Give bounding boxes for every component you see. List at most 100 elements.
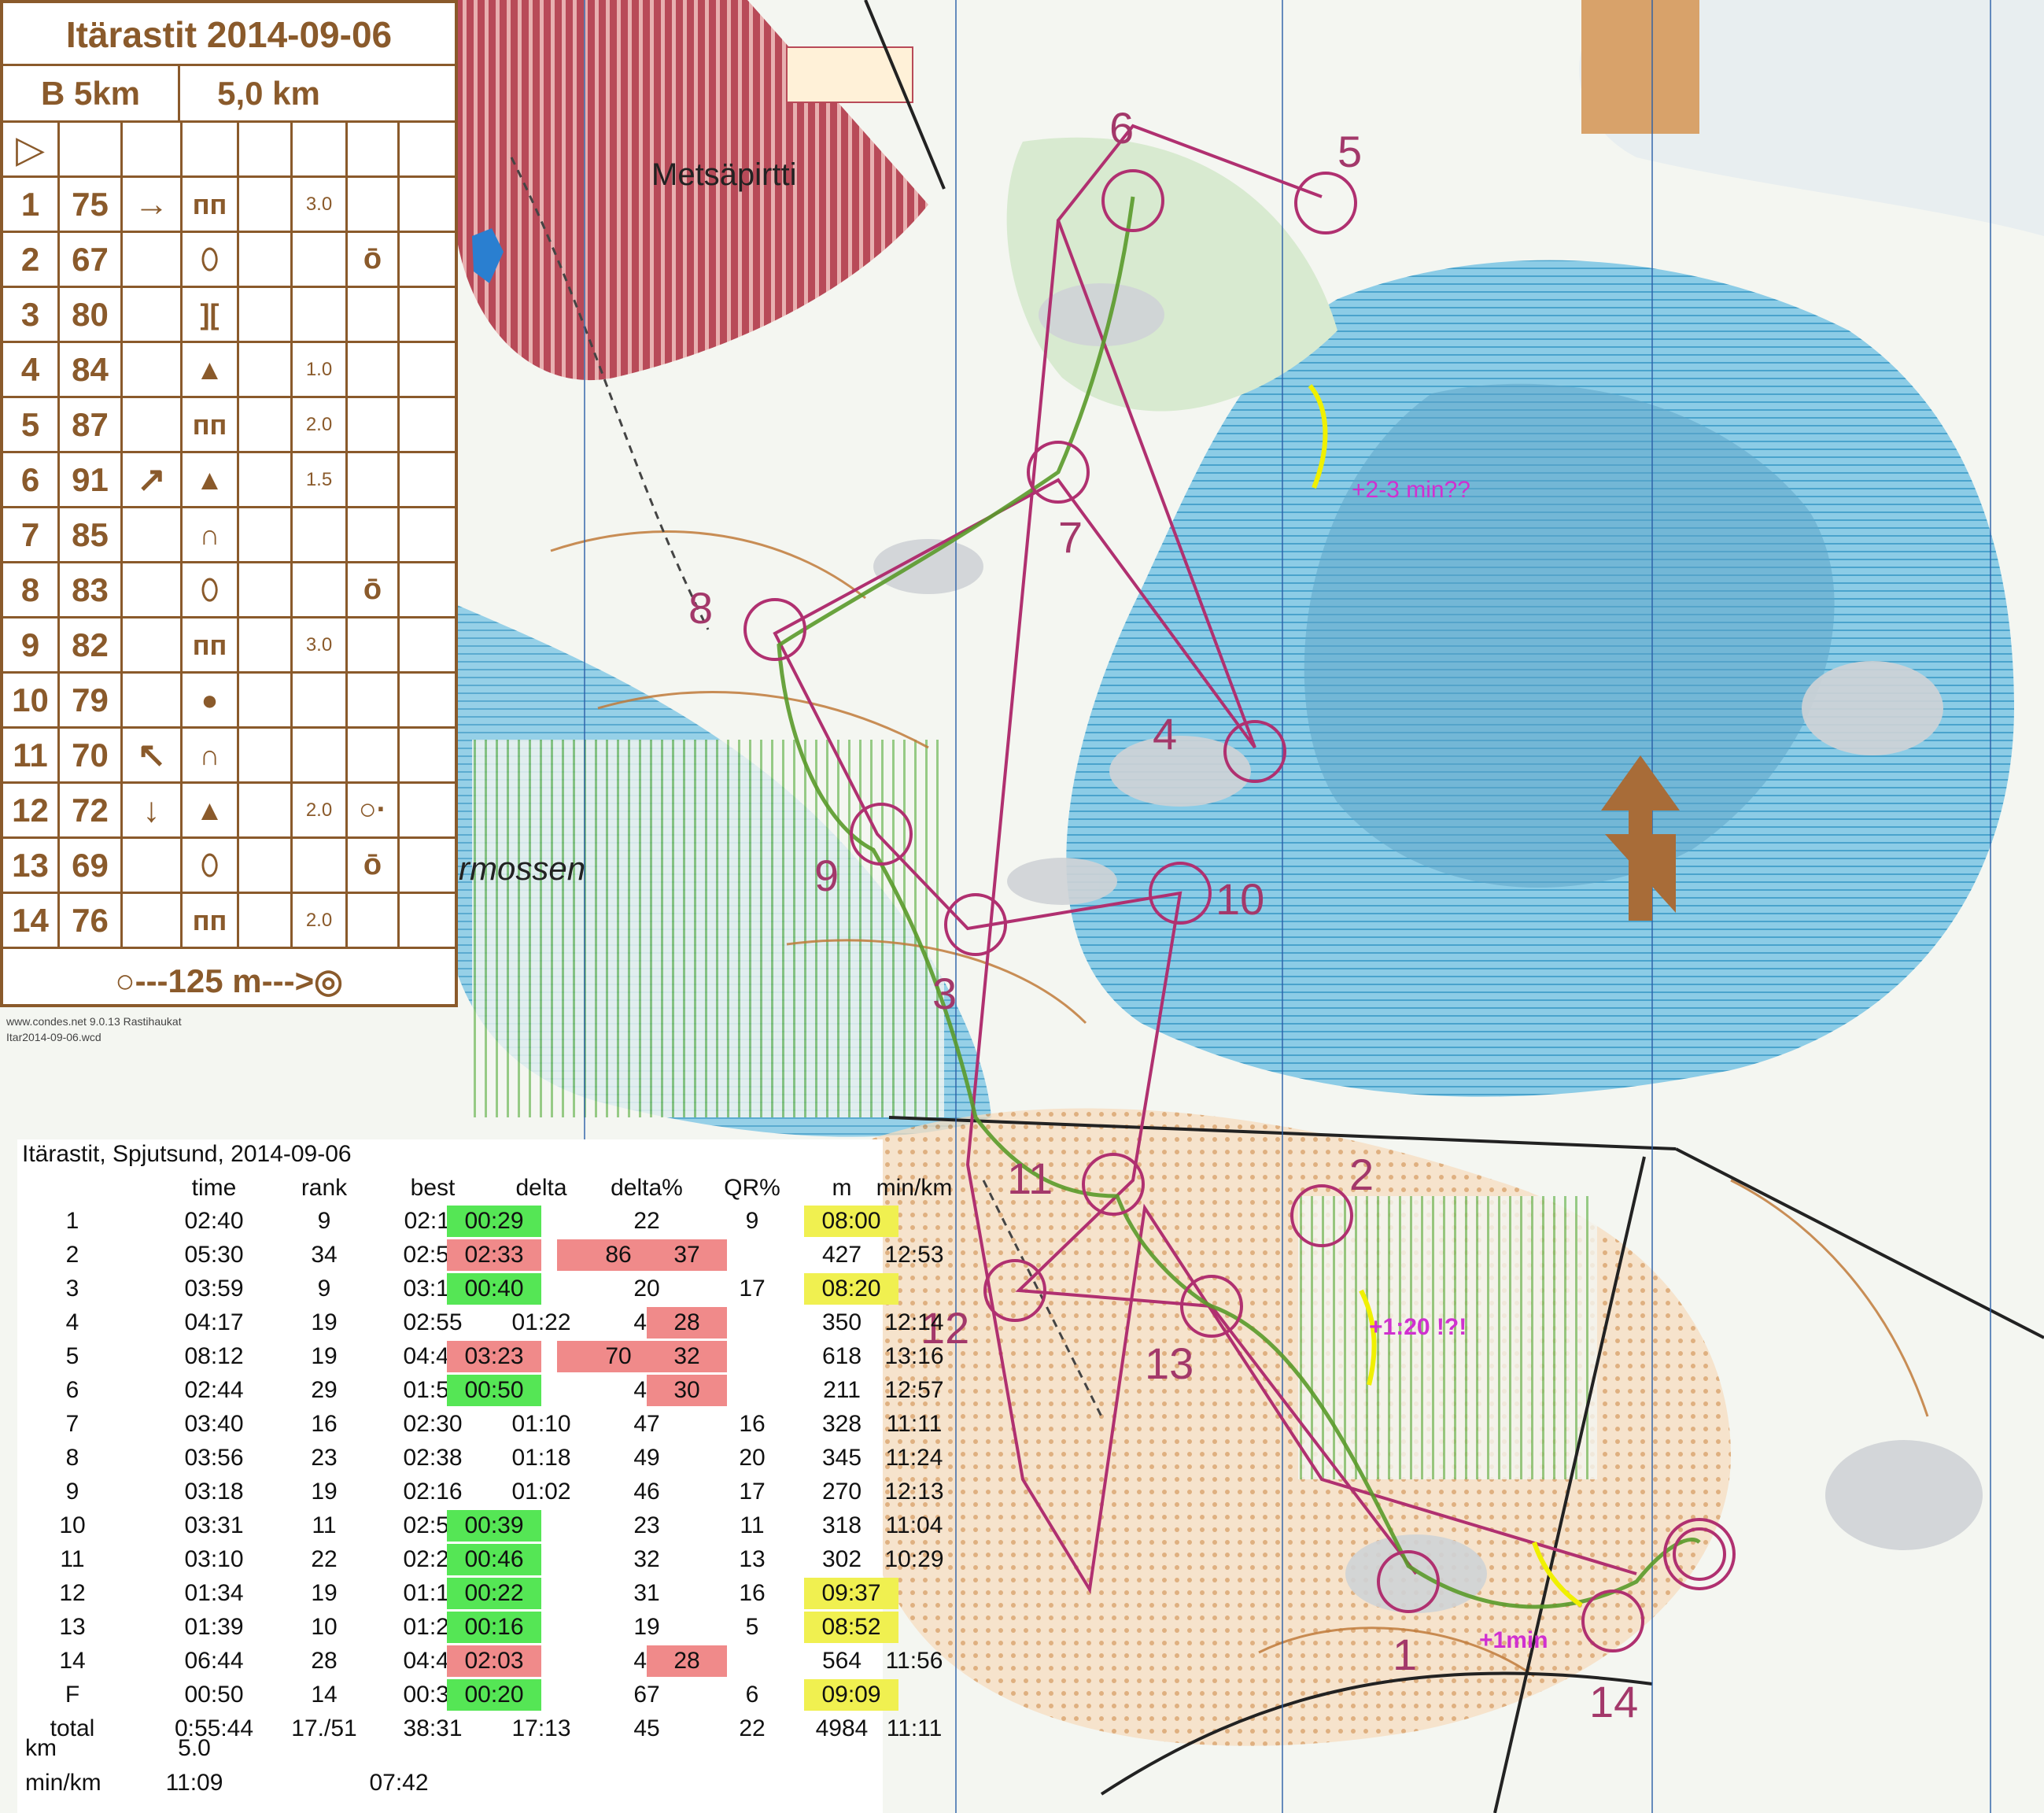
card-control-number: 6 [3,453,60,506]
splits-cell-qr: 37 [647,1239,727,1271]
splits-cell-minkm: 11:11 [886,1411,943,1437]
splits-cell-qr: 22 [739,1715,766,1741]
card-location-icon [348,343,400,396]
card-row-control-3: 3 80][ [3,288,455,343]
splits-cell-deltap: 19 [633,1614,660,1640]
card-dimension [293,233,348,286]
splits-cell-time: 03:56 [184,1445,244,1471]
card-control-code: 91 [60,453,123,506]
splits-km-label: km [25,1735,57,1761]
card-control-code: 69 [60,839,123,892]
card-location-icon: ō [348,233,400,286]
splits-cell-minkm: 13:16 [884,1343,944,1369]
splits-cell-deltap: 23 [633,1512,660,1538]
splits-col-header: delta% [611,1175,683,1201]
splits-cell-rank: 17./51 [291,1715,357,1741]
splits-cell-minkm: 08:00 [804,1206,898,1237]
splits-cell-best: 02:38 [403,1445,463,1471]
splits-cell-qr: 11 [740,1512,765,1538]
splits-cell-best: 38:31 [403,1715,463,1741]
splits-cell-rank: 29 [311,1377,338,1403]
splits-cell-delta: 01:02 [511,1479,571,1505]
card-dimension [293,508,348,561]
card-empty-cell [239,178,293,231]
card-location-icon [348,508,400,561]
splits-cell-leg: 11 [60,1546,85,1572]
card-direction-icon [123,839,183,892]
splits-cell-delta: 00:40 [447,1273,541,1305]
splits-col-header: time [191,1175,237,1201]
card-control-number: 2 [3,233,60,286]
card-control-code: 72 [60,784,123,836]
splits-cell-rank: 34 [311,1242,338,1268]
card-direction-icon [123,508,183,561]
splits-cell-deltap: 67 [633,1682,660,1708]
card-row-control-11: 11 70 ↖ ∩ [3,729,455,784]
splits-cell-qr: 16 [739,1580,766,1606]
card-row-control-13: 13 69 ⬯ ō [3,839,455,894]
splits-cell-leg: 4 [65,1309,79,1335]
splits-cell-minkm: 12:13 [884,1479,944,1505]
splits-minkm-label: min/km [25,1770,101,1796]
splits-cell-leg: 6 [65,1377,79,1403]
splits-col-header: best [410,1175,456,1201]
splits-cell-minkm: 11:04 [885,1512,943,1538]
splits-cell-delta: 01:10 [511,1411,571,1437]
card-control-number: 14 [3,894,60,947]
card-row-control-6: 6 91 ↗ ▲ 1.5 [3,453,455,508]
card-header-row: B 5km 5,0 km [3,66,455,123]
card-feature-icon: ● [183,674,239,726]
card-footer-finish: ○---125 m--->◎ [115,962,343,999]
card-control-number: 13 [3,839,60,892]
card-empty-cell [239,233,293,286]
card-feature-icon: ᴨᴨ [183,178,239,231]
card-row-control-8: 8 83 ⬯ ō [3,563,455,618]
card-dimension [293,674,348,726]
card-feature-icon: ∩ [183,508,239,561]
card-control-number: 9 [3,618,60,671]
splits-cell-leg: 2 [65,1242,79,1268]
splits-cell-delta: 02:33 [447,1239,541,1271]
splits-cell-rank: 9 [317,1208,331,1234]
card-row-control-5: 5 87 ᴨᴨ 2.0 [3,398,455,453]
splits-cell-leg: 1 [65,1208,79,1234]
card-empty-cell [239,343,293,396]
card-empty-cell [239,398,293,451]
card-row-control-1: 1 75 → ᴨᴨ 3.0 [3,178,455,233]
splits-cell-rank: 10 [311,1614,338,1640]
card-length: 5,0 km [217,74,320,112]
card-location-icon [348,674,400,726]
splits-cell-best: 02:55 [403,1309,463,1335]
card-direction-icon: → [123,178,183,231]
splits-cell-leg: F [65,1682,80,1708]
card-feature-icon: ][ [183,288,239,341]
splits-cell-minkm: 09:37 [804,1578,898,1609]
annotation-leg-2: +1:20 !?! [1369,1314,1467,1340]
splits-cell-minkm: 08:52 [804,1612,898,1643]
start-triangle-icon: ▷ [3,123,60,175]
splits-cell-qr: 17 [739,1479,766,1505]
splits-cell-time: 05:30 [184,1242,244,1268]
splits-cell-time: 08:12 [184,1343,244,1369]
card-credits: www.condes.net 9.0.13 Rastihaukat Itar20… [6,1014,182,1045]
card-control-number: 11 [3,729,60,781]
card-dimension: 2.0 [293,398,348,451]
splits-cell-rank: 22 [311,1546,338,1572]
splits-cell-time: 02:40 [184,1208,244,1234]
card-row-control-14: 14 76 ᴨᴨ 2.0 [3,894,455,949]
splits-cell-rank: 19 [311,1309,338,1335]
card-feature-icon: ᴨᴨ [183,398,239,451]
splits-cell-deltap: 20 [633,1276,660,1302]
card-feature-icon: ▲ [183,784,239,836]
splits-cell-leg: 3 [65,1276,79,1302]
card-row-control-4: 4 84 ▲ 1.0 [3,343,455,398]
splits-cell-qr: 28 [647,1645,727,1677]
card-control-code: 82 [60,618,123,671]
splits-cell-delta: 17:13 [511,1715,571,1741]
card-dimension: 1.0 [293,343,348,396]
splits-cell-delta: 01:22 [511,1309,571,1335]
splits-cell-rank: 9 [317,1276,331,1302]
splits-cell-time: 03:40 [184,1411,244,1437]
splits-cell-time: 00:50 [184,1682,244,1708]
control-number-14: 14 [1589,1677,1639,1726]
